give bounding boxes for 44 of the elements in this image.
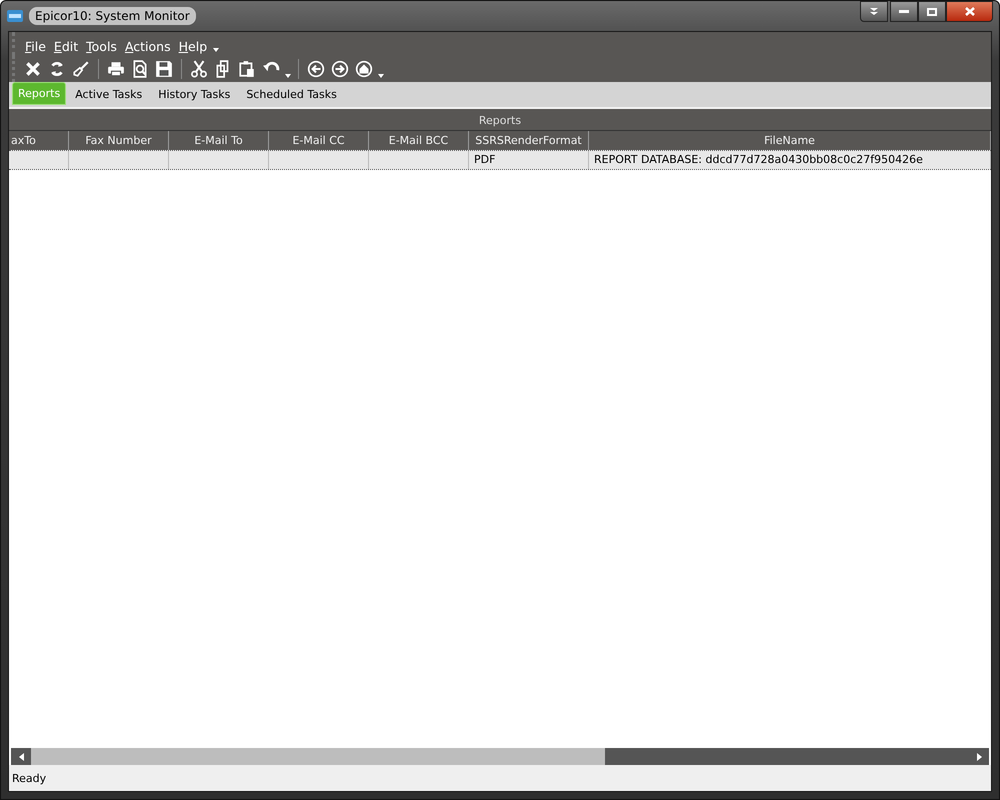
minimize-icon: [899, 10, 909, 14]
table-cell: REPORT DATABASE: ddcd77d728a0430bb08c0c27f950426e: [589, 151, 991, 169]
close-icon: [964, 7, 974, 16]
column-header[interactable]: SSRSRenderFormat: [469, 131, 589, 150]
maximize-button[interactable]: [918, 1, 946, 22]
menu-item[interactable]: Edit: [50, 38, 82, 54]
menu-item[interactable]: Help: [174, 38, 212, 54]
table-cell: [9, 151, 69, 169]
tab[interactable]: Scheduled Tasks: [239, 84, 344, 105]
column-header[interactable]: E-Mail To: [169, 131, 269, 150]
options-button[interactable]: [860, 1, 888, 22]
print-preview-icon[interactable]: [131, 60, 149, 78]
home-icon[interactable]: [355, 60, 373, 78]
save-icon[interactable]: [155, 60, 173, 78]
minimize-button[interactable]: [890, 1, 918, 22]
group-header: Reports: [9, 111, 991, 131]
tab[interactable]: Active Tasks: [68, 84, 150, 105]
menu-item[interactable]: File: [21, 38, 50, 54]
horizontal-scrollbar[interactable]: [11, 748, 989, 765]
left-arrow-icon[interactable]: [18, 752, 24, 760]
menu-item[interactable]: Actions: [120, 38, 175, 54]
tab[interactable]: History Tasks: [151, 84, 238, 105]
close-button[interactable]: [946, 1, 993, 22]
window-title: Epicor10: System Monitor: [29, 7, 196, 25]
column-header[interactable]: Fax Number: [69, 131, 169, 150]
caret-icon[interactable]: [285, 74, 291, 78]
status-text: Ready: [12, 772, 46, 784]
caret-icon[interactable]: [213, 48, 220, 52]
close-icon[interactable]: [24, 60, 42, 78]
app-icon: [7, 10, 23, 22]
right-arrow-icon[interactable]: [976, 752, 982, 760]
table-cell: PDF: [469, 151, 589, 169]
broom-icon[interactable]: [72, 60, 90, 78]
caret-icon: [870, 8, 878, 16]
cut-icon[interactable]: [190, 60, 208, 78]
column-header[interactable]: FileName: [589, 131, 991, 150]
paste-icon[interactable]: [238, 60, 256, 78]
column-header[interactable]: E-Mail BCC: [369, 131, 469, 150]
column-header[interactable]: axTo: [9, 131, 69, 150]
caret-icon[interactable]: [378, 74, 384, 78]
menu-item[interactable]: Tools: [82, 38, 121, 54]
maximize-icon: [927, 8, 937, 16]
column-header[interactable]: E-Mail CC: [269, 131, 369, 150]
print-icon[interactable]: [107, 60, 125, 78]
